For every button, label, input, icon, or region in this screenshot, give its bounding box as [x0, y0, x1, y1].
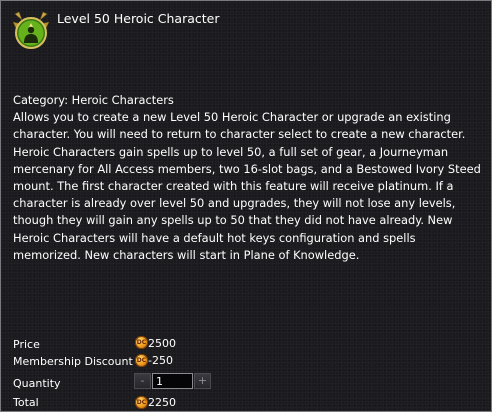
membership-discount-value: -250	[148, 354, 173, 367]
daybreak-cash-coin-icon: DC	[135, 354, 148, 367]
quantity-decrease-button[interactable]: -	[134, 373, 151, 389]
total-label: Total	[13, 396, 39, 409]
coin-glyph: DC	[136, 399, 147, 406]
total-value: 2250	[148, 396, 176, 409]
coin-glyph: DC	[136, 357, 147, 364]
item-description-body: Allows you to create a new Level 50 Hero…	[13, 110, 481, 262]
item-title: Level 50 Heroic Character	[57, 11, 220, 26]
item-detail-window: Level 50 Heroic Character Category: Hero…	[0, 0, 492, 412]
item-description: Category: Heroic Characters Allows you t…	[13, 92, 483, 264]
daybreak-cash-coin-icon: DC	[135, 336, 148, 349]
quantity-increase-button[interactable]: +	[194, 373, 211, 389]
price-label: Price	[13, 338, 40, 351]
heroic-character-badge-icon	[13, 11, 49, 49]
daybreak-cash-coin-icon: DC	[135, 396, 148, 409]
item-category: Category: Heroic Characters	[13, 93, 174, 107]
membership-discount-label: Membership Discount	[13, 355, 133, 368]
quantity-label: Quantity	[13, 377, 61, 390]
quantity-stepper: - +	[134, 373, 211, 389]
quantity-input[interactable]	[152, 373, 193, 389]
price-value: 2500	[148, 337, 176, 350]
coin-glyph: DC	[136, 339, 147, 346]
